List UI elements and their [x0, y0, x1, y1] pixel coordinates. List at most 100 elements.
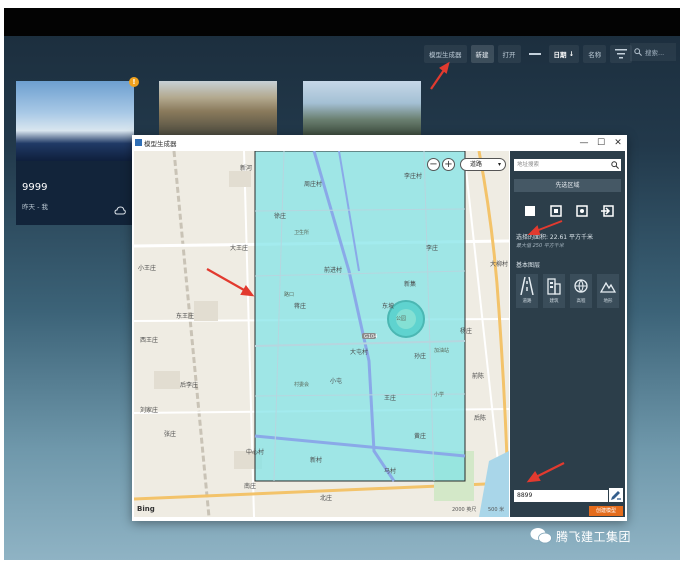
- search-input[interactable]: 搜索...: [630, 43, 676, 61]
- project-thumbnail: [16, 81, 134, 161]
- map-label: 杨庄: [460, 328, 473, 335]
- map-label: 北庄: [320, 495, 333, 502]
- scale-feet: 2000 英尺: [452, 507, 477, 513]
- app-icon: [135, 139, 142, 146]
- cloud-icon[interactable]: [114, 205, 126, 217]
- map-poi-label: 村委会: [294, 382, 310, 388]
- map-poi-label: 路口: [284, 292, 295, 298]
- map-label: 中心村: [246, 449, 265, 456]
- layer-roads-toggle[interactable]: 道路: [516, 274, 538, 308]
- watermark-text: 腾飞建工集团: [556, 529, 632, 544]
- toolbar-divider: [528, 53, 541, 55]
- sort-date-button[interactable]: 日期 ↓: [548, 45, 580, 63]
- map-label: 大柳村: [490, 261, 509, 268]
- select-region-button[interactable]: 先选区域: [514, 179, 621, 192]
- layer-label: 地形: [603, 299, 613, 304]
- new-button[interactable]: 新建: [470, 45, 494, 63]
- map-label: 周庄村: [304, 181, 323, 188]
- map-label: 孙庄: [414, 353, 427, 360]
- address-search-input[interactable]: 地址搜索: [514, 159, 621, 171]
- mountain-icon: [600, 281, 616, 293]
- project-thumbnail: [303, 81, 421, 136]
- project-card[interactable]: [303, 81, 421, 136]
- bing-logo: Bing: [137, 505, 155, 513]
- close-button[interactable]: ✕: [611, 137, 625, 149]
- map-label: 后李庄: [180, 382, 199, 389]
- project-name: 9999: [22, 182, 48, 193]
- model-name-input[interactable]: 8899: [514, 490, 608, 502]
- base-layers-title: 基本图层: [516, 262, 541, 269]
- create-model-button[interactable]: 创建模型: [589, 506, 623, 516]
- search-icon[interactable]: [611, 161, 619, 169]
- model-generator-button[interactable]: 模型生成器: [424, 45, 467, 63]
- sort-down-icon: ↓: [566, 50, 575, 58]
- minimize-button[interactable]: —: [577, 137, 591, 149]
- map-label: 小屯: [330, 378, 343, 385]
- map-label: 西王庄: [140, 337, 159, 344]
- dialog-title: 模型生成器: [144, 140, 177, 148]
- rectangle-select-icon[interactable]: [522, 203, 538, 219]
- building-icon: [547, 278, 561, 295]
- globe-icon: [574, 279, 588, 293]
- map-label: 蒋庄: [294, 303, 307, 310]
- project-card[interactable]: 9999 昨天 - 我: [16, 81, 134, 225]
- top-toolbar: 模型生成器 新建 打开 日期 ↓ 名称: [424, 43, 633, 65]
- map-layer-select[interactable]: 道路 ▾: [460, 158, 506, 171]
- app-window: 模型生成器 新建 打开 日期 ↓ 名称 搜索... 9999 昨天 - 我 ! …: [4, 8, 680, 560]
- sort-name-button[interactable]: 名称: [583, 45, 607, 63]
- sort-date-label: 日期: [553, 51, 567, 59]
- map-label: 南庄: [244, 483, 257, 490]
- map-label: 新村: [310, 457, 323, 464]
- road-icon: [520, 277, 534, 295]
- map-label: 小王庄: [138, 265, 157, 272]
- frame-select-icon[interactable]: [548, 203, 564, 219]
- project-thumbnail: [159, 81, 277, 136]
- map-label: 李庄: [426, 245, 439, 252]
- map-poi-label: 小学: [434, 392, 445, 398]
- map-poi-label: 卫生所: [294, 230, 310, 236]
- project-meta: 昨天 - 我: [22, 203, 48, 211]
- red-arrow: [430, 61, 450, 90]
- title-bar: [4, 8, 680, 36]
- zoom-out-button[interactable]: −: [427, 158, 440, 171]
- notification-badge: !: [129, 77, 139, 87]
- map-label: 新河: [240, 165, 253, 172]
- selected-area-text: 选择的面积: 22.61 平方千米: [516, 234, 594, 241]
- map-poi-label: 加油站: [434, 348, 450, 354]
- max-area-text: 最大值 250 平方千米: [516, 243, 564, 249]
- map-label: 刘家庄: [140, 407, 159, 414]
- zoom-in-button[interactable]: +: [442, 158, 455, 171]
- layer-label: 道路: [522, 299, 532, 304]
- dialog-title-bar: 模型生成器 — ☐ ✕: [132, 135, 627, 151]
- map-view[interactable]: 新河 周庄村 李庄村 大王庄 小王庄 东王庄 西王庄 后李庄 刘家庄 张庄 中心…: [134, 151, 509, 517]
- map-poi-label: 公园: [396, 316, 407, 322]
- watermark: 腾飞建工集团: [530, 527, 631, 545]
- side-panel: 地址搜索 先选区域 选择的面积: 22.61 平方千米 最大值 250 平方千米…: [510, 151, 625, 517]
- map-label: 大屯村: [350, 349, 369, 356]
- maximize-button[interactable]: ☐: [594, 137, 608, 149]
- map-label: 东坡: [382, 303, 395, 310]
- layer-buildings-toggle[interactable]: 建筑: [543, 274, 565, 308]
- map-label: 前进村: [324, 267, 343, 274]
- map-label: 前陈: [472, 373, 485, 380]
- layer-label: 高程: [576, 299, 586, 304]
- model-generator-dialog: 模型生成器 — ☐ ✕ 新河 周庄村 李庄村 大王庄 小王庄 东王庄 西王庄 后…: [132, 135, 627, 521]
- layer-elevation-toggle[interactable]: 高程: [570, 274, 592, 308]
- layer-terrain-toggle[interactable]: 地形: [597, 274, 619, 308]
- search-icon: [634, 48, 642, 56]
- map-label: 张庄: [164, 431, 177, 438]
- import-region-icon[interactable]: [600, 203, 616, 219]
- project-card[interactable]: [159, 81, 277, 136]
- map-label: 徐庄: [274, 213, 287, 220]
- filter-icon[interactable]: [610, 45, 633, 63]
- open-button[interactable]: 打开: [497, 45, 521, 63]
- layer-label: 建筑: [549, 299, 559, 304]
- road-badge: G104: [364, 334, 378, 340]
- search-placeholder: 搜索...: [645, 49, 665, 57]
- edit-icon[interactable]: [609, 488, 623, 502]
- map-label: 王庄: [384, 395, 397, 402]
- map-label: 李庄村: [404, 173, 423, 180]
- map-label: 新集: [404, 281, 417, 288]
- map-label: 马村: [384, 468, 397, 475]
- center-select-icon[interactable]: [574, 203, 590, 219]
